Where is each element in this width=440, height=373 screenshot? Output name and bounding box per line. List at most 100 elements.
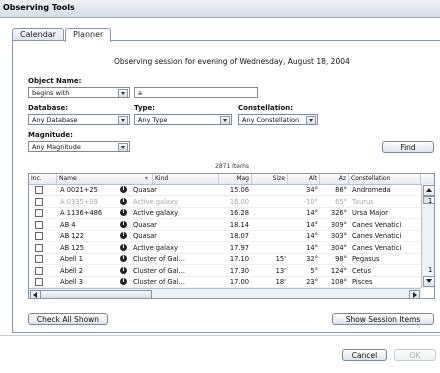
row-az: 65°	[335, 197, 347, 206]
table-row[interactable]: AB 125 i Active galaxy 17.97 14° 304° Canes Ve…	[29, 243, 421, 254]
row-az: 304°	[330, 243, 347, 252]
row-kind: Active galaxy	[133, 243, 179, 252]
column-header-name-label: Name	[59, 175, 77, 182]
row-size	[252, 220, 286, 230]
row-mag: 17.00	[229, 278, 249, 286]
table-row[interactable]: Abell 2 i Cluster of Gal... 17.30 13' 5° 124° C…	[29, 266, 421, 277]
column-header-name[interactable]: Name ▾	[57, 174, 153, 184]
column-header-size[interactable]: Size	[252, 174, 288, 184]
row-name: A 1136+486	[60, 209, 103, 217]
table-row[interactable]: A 1136+486 i Active galaxy 16.28 14° 326° Ursa…	[29, 208, 421, 219]
chevron-down-icon	[118, 116, 128, 124]
object-name-input[interactable]: a	[134, 87, 258, 98]
constellation-select[interactable]: Any Constellation	[238, 114, 318, 125]
row-overflow-value: 1	[428, 196, 433, 205]
row-alt: 14°	[306, 243, 318, 252]
row-az: 86°	[335, 186, 347, 194]
tab-planner[interactable]: Planner	[65, 28, 112, 42]
table-row[interactable]: AB 4 i Quasar 18.14 14° 309° Canes Venatici	[29, 220, 421, 231]
include-checkbox[interactable]	[35, 197, 43, 206]
row-constellation: Pegasus	[352, 255, 380, 263]
scroll-down-icon[interactable]	[423, 276, 434, 287]
scroll-right-icon[interactable]	[409, 290, 420, 298]
row-kind: Cluster of Gal...	[133, 255, 185, 263]
row-mag: 17.30	[229, 266, 249, 275]
info-icon[interactable]: i	[120, 232, 127, 239]
row-name: AB 125	[60, 243, 85, 252]
row-size	[252, 197, 286, 207]
include-checkbox[interactable]	[35, 255, 43, 263]
include-checkbox[interactable]	[35, 220, 43, 229]
table-row[interactable]: AB 122 i Quasar 18.07 14° 303° Canes Venatici	[29, 231, 421, 242]
horizontal-scroll-thumb[interactable]	[40, 290, 152, 298]
info-icon[interactable]: i	[120, 197, 127, 205]
type-select[interactable]: Any Type	[134, 114, 232, 125]
column-header-mag[interactable]: Mag	[219, 174, 252, 184]
column-header-constellation[interactable]: Constellation	[349, 174, 421, 184]
results-table: Inc. Name ▾ Kind Mag Size Alt Az Constel…	[28, 173, 435, 299]
divider	[0, 335, 440, 336]
row-alt: 23°	[306, 278, 318, 286]
row-kind: Quasar	[133, 232, 157, 240]
info-icon[interactable]: i	[120, 266, 127, 274]
row-kind: Quasar	[133, 186, 157, 194]
row-mag: 15.06	[229, 186, 249, 194]
row-az: 124°	[330, 266, 347, 275]
column-header-az[interactable]: Az	[320, 174, 349, 184]
include-checkbox[interactable]	[35, 186, 43, 194]
show-session-items-button[interactable]: Show Session Items	[332, 313, 434, 325]
table-row[interactable]: Abell 1 i Cluster of Gal... 17.10 15' 32° 98° P…	[29, 254, 421, 265]
info-icon[interactable]: i	[120, 209, 127, 216]
column-header-inc[interactable]: Inc.	[29, 174, 57, 184]
row-alt: 14°	[306, 232, 318, 240]
table-row[interactable]: A 0021+25 i Quasar 15.06 34° 86° Andromeda	[29, 185, 421, 196]
sort-descending-icon: ▾	[144, 175, 148, 182]
magnitude-label: Magnitude:	[28, 131, 73, 139]
row-kind: Cluster of Gal...	[133, 266, 185, 275]
table-header: Inc. Name ▾ Kind Mag Size Alt Az Constel…	[29, 174, 434, 185]
horizontal-scrollbar[interactable]	[29, 288, 421, 298]
table-row[interactable]: Abell 3 i Cluster of Gal... 17.00 18' 23° 108°…	[29, 277, 421, 288]
ok-button[interactable]: OK	[394, 349, 436, 361]
results-count: 2871 Items	[215, 163, 249, 170]
database-value: Any Database	[32, 116, 78, 124]
object-name-label: Object Name:	[28, 77, 82, 85]
chevron-down-icon	[118, 143, 128, 151]
check-all-shown-button[interactable]: Check All Shown	[28, 313, 108, 325]
include-checkbox[interactable]	[35, 243, 43, 252]
info-icon[interactable]: i	[120, 186, 127, 193]
include-checkbox[interactable]	[35, 232, 43, 240]
table-row[interactable]: A 0335+09 i Active galaxy 16.00 -10° 65° Tauru…	[29, 197, 421, 208]
row-mag: 16.28	[229, 209, 249, 217]
row-mag: 17.10	[229, 255, 249, 263]
object-name-mode-select[interactable]: begins with	[28, 87, 130, 98]
info-icon[interactable]: i	[120, 243, 127, 251]
database-select[interactable]: Any Database	[28, 114, 130, 125]
cancel-button[interactable]: Cancel	[342, 349, 387, 361]
row-kind: Active galaxy	[133, 197, 179, 206]
object-name-mode-value: begins with	[32, 89, 70, 97]
row-alt: 32°	[306, 255, 318, 263]
row-mag: 18.07	[229, 232, 249, 240]
row-name: Abell 2	[60, 266, 84, 275]
info-icon[interactable]: i	[120, 278, 127, 285]
include-checkbox[interactable]	[35, 266, 43, 275]
find-button[interactable]: Find	[382, 141, 434, 153]
info-icon[interactable]: i	[120, 220, 127, 228]
row-az: 98°	[335, 255, 347, 263]
row-kind: Active galaxy	[133, 209, 179, 217]
magnitude-select[interactable]: Any Magnitude	[28, 141, 130, 152]
include-checkbox[interactable]	[35, 209, 43, 217]
info-icon[interactable]: i	[120, 255, 127, 262]
scroll-up-icon[interactable]	[423, 185, 434, 196]
chevron-down-icon	[118, 89, 128, 97]
column-header-alt[interactable]: Alt	[288, 174, 320, 184]
row-az: 303°	[330, 232, 347, 240]
column-header-kind[interactable]: Kind	[153, 174, 219, 184]
row-mag: 16.00	[229, 197, 249, 206]
include-checkbox[interactable]	[35, 278, 43, 286]
row-constellation: Andromeda	[352, 186, 391, 194]
row-constellation: Pisces	[352, 278, 373, 286]
constellation-label: Constellation:	[238, 104, 294, 112]
type-value: Any Type	[138, 116, 168, 124]
